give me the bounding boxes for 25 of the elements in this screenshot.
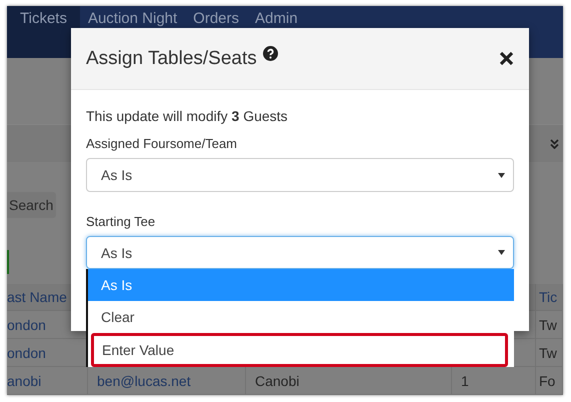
table-cell: Tw [536,339,563,367]
caret-icon [498,172,505,178]
column-header[interactable]: Tic [536,284,563,311]
table-cell: 1 [452,367,536,395]
field-label: Assigned Foursome/Team [86,136,238,151]
table-cell: ben@lucas.net [88,367,246,395]
modal-title: Assign Tables/Seats [86,48,257,70]
update-message: This update will modify 3 Guests [86,108,289,124]
table-cell: Tw [536,311,563,339]
select-field[interactable]: As Is [86,236,514,269]
table-cell: Canobi [246,367,452,395]
table-cell: ondon [7,339,88,367]
close-icon[interactable] [499,51,514,66]
double-chevron-icon [550,138,559,148]
table-cell: anobi [7,367,88,395]
button-edge [7,250,9,274]
select-field[interactable]: As Is [86,158,514,192]
nav-item[interactable]: Tickets [7,6,80,58]
field-label: Starting Tee [86,214,156,229]
search-button[interactable]: Search [7,192,56,218]
dropdown-option[interactable]: Enter Value [91,333,508,367]
table-cell: Fo [536,367,563,395]
dropdown-option[interactable]: As Is [88,269,514,301]
caret-icon [498,250,505,255]
help-icon[interactable] [262,46,278,61]
